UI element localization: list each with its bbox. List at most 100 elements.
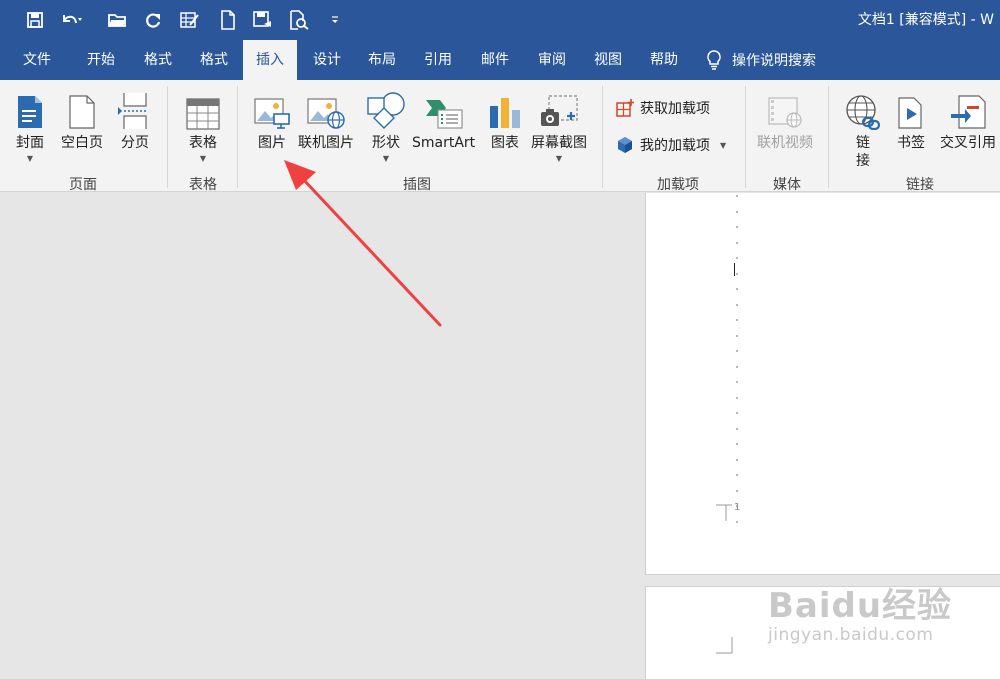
paragraph-marks bbox=[736, 193, 738, 523]
text-cursor bbox=[734, 263, 735, 276]
chart-button[interactable]: 图表 bbox=[488, 86, 522, 152]
group-separator bbox=[828, 86, 829, 188]
group-label-tables: 表格 bbox=[189, 177, 217, 193]
paragraph-mark bbox=[736, 195, 738, 197]
paragraph-mark bbox=[736, 396, 738, 399]
ribbon-insert: 封面 ▼ 空白页 分页 页面 表格 ▼ 表格 图片 联机图片 形状 ▼ Smar… bbox=[0, 80, 1000, 193]
smartart-button[interactable]: SmartArt bbox=[412, 86, 475, 152]
dropdown-arrow-icon: ▼ bbox=[199, 154, 207, 163]
tell-me-search[interactable]: 操作说明搜索 bbox=[706, 40, 816, 80]
picture-label: 图片 bbox=[258, 135, 286, 151]
tab-design[interactable]: 设计 bbox=[301, 40, 353, 80]
blank-page-button[interactable]: 空白页 bbox=[61, 86, 103, 152]
table-draw-icon[interactable] bbox=[176, 7, 202, 33]
addin-store-icon bbox=[616, 99, 634, 117]
paragraph-mark bbox=[736, 210, 738, 213]
dropdown-arrow-icon: ▼ bbox=[26, 154, 34, 163]
group-separator bbox=[237, 86, 238, 188]
page-break-button[interactable]: 分页 bbox=[118, 86, 152, 152]
lightbulb-icon bbox=[707, 50, 721, 70]
save-icon[interactable] bbox=[22, 7, 48, 33]
bookmark-label: 书签 bbox=[897, 135, 925, 151]
undo-icon[interactable] bbox=[58, 7, 84, 33]
paragraph-mark bbox=[736, 443, 738, 445]
screenshot-label: 屏幕截图 bbox=[531, 135, 587, 151]
chart-icon bbox=[490, 98, 520, 128]
title-bar: 文档1 [兼容模式] - W bbox=[0, 0, 1000, 40]
blank-page-label: 空白页 bbox=[61, 135, 103, 151]
watermark-url: jingyan.baidu.com bbox=[768, 625, 934, 645]
redo-icon[interactable] bbox=[140, 7, 166, 33]
chart-label: 图表 bbox=[491, 135, 519, 151]
screenshot-icon bbox=[541, 95, 578, 126]
picture-button[interactable]: 图片 bbox=[254, 86, 290, 152]
document-title: 文档1 [兼容模式] - W bbox=[857, 12, 994, 28]
watermark-brand: Baidu经验 bbox=[768, 586, 953, 626]
print-preview-icon[interactable] bbox=[286, 7, 312, 33]
dropdown-arrow-icon: ▼ bbox=[720, 140, 727, 150]
my-addins-button[interactable]: 我的加载项 ▼ bbox=[616, 135, 726, 155]
save-as-icon[interactable] bbox=[249, 7, 275, 33]
table-label: 表格 bbox=[189, 135, 217, 151]
paragraph-mark bbox=[736, 303, 738, 306]
paragraph-mark bbox=[736, 427, 738, 430]
link-label-line2: 接 bbox=[856, 153, 870, 169]
tab-help[interactable]: 帮助 bbox=[637, 40, 691, 80]
paragraph-mark bbox=[736, 412, 738, 414]
group-label-pages: 页面 bbox=[69, 177, 97, 193]
tab-home[interactable]: 开始 bbox=[76, 40, 126, 80]
paragraph-mark bbox=[736, 226, 738, 228]
table-icon bbox=[186, 98, 220, 130]
group-separator bbox=[602, 86, 603, 188]
tell-me-label: 操作说明搜索 bbox=[732, 53, 816, 69]
tab-file[interactable]: 文件 bbox=[12, 40, 62, 80]
open-folder-icon[interactable] bbox=[104, 7, 130, 33]
tab-layout[interactable]: 布局 bbox=[356, 40, 408, 80]
online-picture-label: 联机图片 bbox=[298, 135, 354, 151]
smartart-label: SmartArt bbox=[412, 135, 476, 151]
cross-reference-button[interactable]: 交叉引用 bbox=[940, 86, 996, 152]
tab-insert[interactable]: 插入 bbox=[243, 40, 297, 80]
tab-mailings[interactable]: 邮件 bbox=[468, 40, 522, 80]
cover-page-button[interactable]: 封面 ▼ bbox=[16, 86, 44, 164]
my-addins-label: 我的加载项 bbox=[640, 138, 710, 154]
document-page[interactable]: 1 bbox=[645, 193, 1000, 575]
tab-review[interactable]: 审阅 bbox=[525, 40, 579, 80]
cover-page-label: 封面 bbox=[16, 135, 44, 151]
cover-page-icon bbox=[18, 96, 42, 128]
paragraph-mark bbox=[736, 489, 738, 492]
online-picture-button[interactable]: 联机图片 bbox=[298, 86, 354, 152]
blank-page-icon bbox=[69, 95, 95, 129]
group-separator bbox=[745, 86, 746, 188]
online-video-label: 联机视频 bbox=[757, 135, 813, 151]
table-button[interactable]: 表格 ▼ bbox=[186, 86, 220, 164]
tab-references[interactable]: 引用 bbox=[412, 40, 464, 80]
cross-reference-icon bbox=[951, 95, 986, 129]
customize-icon[interactable] bbox=[322, 7, 348, 33]
bookmark-button[interactable]: 书签 bbox=[897, 86, 925, 152]
paragraph-mark bbox=[736, 272, 738, 275]
group-label-links: 链接 bbox=[906, 177, 934, 193]
smartart-icon bbox=[425, 100, 463, 129]
paragraph-mark bbox=[736, 350, 738, 352]
margin-corner-mark bbox=[716, 637, 733, 654]
link-button[interactable]: 链 接 bbox=[845, 86, 881, 170]
new-doc-icon[interactable] bbox=[215, 7, 241, 33]
paragraph-mark bbox=[736, 458, 738, 461]
tab-format-1[interactable]: 格式 bbox=[132, 40, 184, 80]
online-video-icon bbox=[768, 97, 802, 128]
page-break-icon bbox=[118, 93, 147, 129]
paragraph-mark bbox=[736, 474, 738, 476]
online-video-button[interactable]: 联机视频 bbox=[757, 86, 813, 152]
tab-format-2[interactable]: 格式 bbox=[188, 40, 240, 80]
tab-view[interactable]: 视图 bbox=[581, 40, 635, 80]
bookmark-icon bbox=[898, 97, 922, 129]
hyperlink-icon bbox=[846, 95, 881, 130]
screenshot-button[interactable]: 屏幕截图 ▼ bbox=[531, 86, 587, 164]
group-label-media: 媒体 bbox=[773, 177, 801, 193]
group-separator bbox=[167, 86, 168, 188]
picture-icon bbox=[254, 98, 290, 129]
my-addins-icon bbox=[618, 137, 632, 153]
shapes-button[interactable]: 形状 ▼ bbox=[366, 86, 406, 164]
get-addins-button[interactable]: 获取加载项 bbox=[616, 98, 710, 118]
